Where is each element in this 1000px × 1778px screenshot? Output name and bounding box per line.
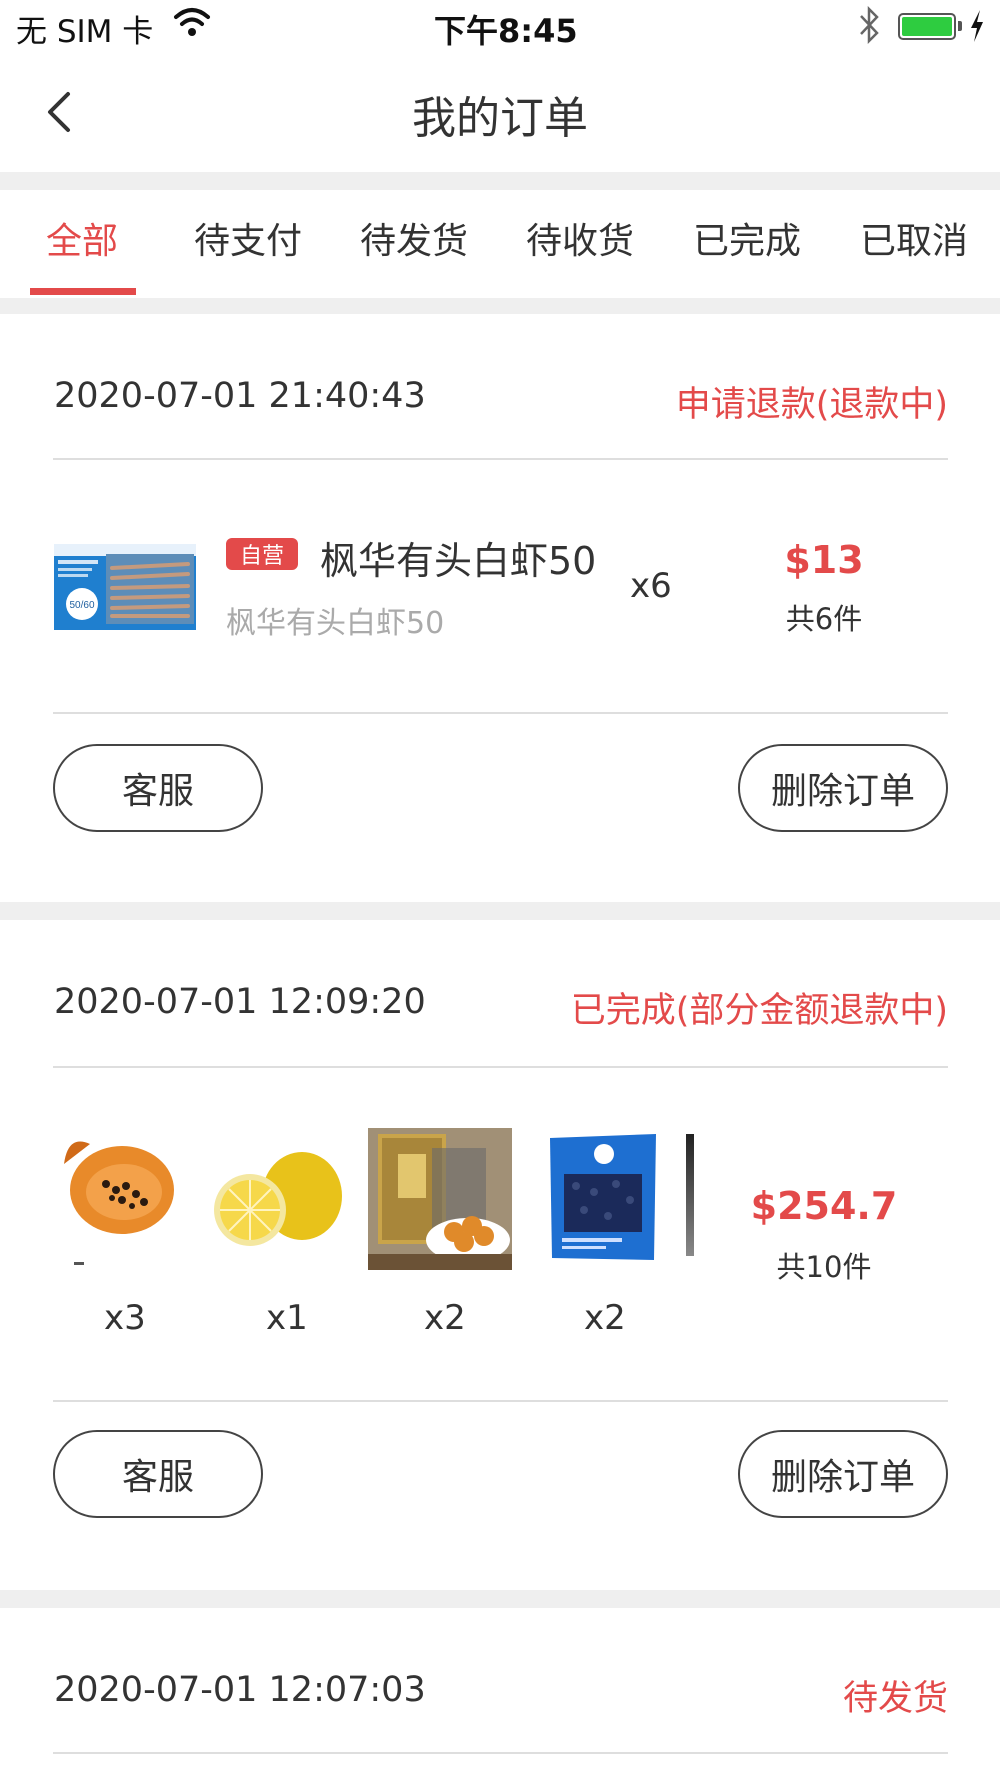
item-quantity: x1 — [266, 1298, 308, 1338]
delete-order-button[interactable]: 删除订单 — [738, 744, 948, 832]
divider — [53, 1752, 948, 1754]
product-subtitle: 枫华有头白虾50 — [226, 606, 445, 641]
divider — [0, 298, 1000, 314]
divider — [53, 458, 948, 460]
divider — [0, 902, 1000, 920]
order-item-count: 共6件 — [785, 602, 863, 636]
tab-cancelled[interactable]: 已取消 — [854, 212, 974, 264]
tab-pending-shipment[interactable]: 待发货 — [354, 212, 474, 264]
tab-pending-receipt[interactable]: 待收货 — [520, 212, 640, 264]
delete-order-button[interactable]: 删除订单 — [738, 1430, 948, 1518]
order-status: 申请退款(退款中) — [675, 385, 948, 425]
order-status: 待发货 — [842, 1679, 948, 1719]
item-quantity: x2 — [584, 1298, 626, 1338]
item-quantity: x2 — [424, 1298, 466, 1338]
order-status: 已完成(部分金额退款中) — [570, 991, 948, 1031]
status-bar: 无 SIM 卡 下午8:45 — [0, 0, 1000, 52]
tab-completed[interactable]: 已完成 — [687, 212, 807, 264]
tab-active-indicator — [30, 288, 136, 295]
divider — [0, 172, 1000, 190]
item-quantity: x3 — [104, 1298, 146, 1338]
blue-package-image[interactable] — [544, 1130, 662, 1264]
battery-cap — [958, 21, 962, 31]
papaya-image[interactable] — [54, 1124, 178, 1266]
page-title: 我的订单 — [412, 93, 588, 144]
tab-all[interactable]: 全部 — [22, 212, 142, 264]
order-time: 2020-07-01 21:40:43 — [54, 376, 426, 416]
order-item-count: 共10件 — [776, 1250, 872, 1284]
carrier-label: 无 SIM 卡 — [16, 14, 154, 50]
tab-bar: 全部 待支付 待发货 待收货 已完成 已取消 — [0, 190, 1000, 298]
charging-icon — [971, 10, 983, 42]
orders-page: 无 SIM 卡 下午8:45 我的订单 全部 待支付 待发货 待收货 已完成 已… — [0, 0, 1000, 1778]
divider — [53, 712, 948, 714]
product-name[interactable]: 枫华有头白虾50 — [320, 530, 596, 585]
order-time: 2020-07-01 12:07:03 — [54, 1670, 426, 1710]
divider — [53, 1066, 948, 1068]
tab-pending-payment[interactable]: 待支付 — [188, 212, 308, 264]
wifi-icon — [174, 8, 210, 36]
shrimp-product-image[interactable]: 50/60 — [54, 544, 196, 630]
divider — [0, 1590, 1000, 1608]
order-price: $254.7 — [750, 1184, 898, 1228]
customer-service-button[interactable]: 客服 — [53, 744, 263, 832]
more-items-image[interactable] — [686, 1134, 694, 1256]
status-time: 下午8:45 — [434, 12, 578, 50]
snack-bag-image[interactable] — [368, 1128, 512, 1270]
shrimp-image-label: 50/60 — [69, 600, 94, 611]
lemon-image[interactable] — [206, 1146, 346, 1264]
product-quantity: x6 — [630, 566, 672, 606]
bluetooth-icon — [860, 6, 879, 44]
self-operated-badge: 自营 — [226, 538, 298, 570]
order-price: $13 — [784, 538, 864, 582]
order-time: 2020-07-01 12:09:20 — [54, 982, 426, 1022]
battery-icon — [898, 13, 956, 40]
customer-service-button[interactable]: 客服 — [53, 1430, 263, 1518]
divider — [53, 1400, 948, 1402]
